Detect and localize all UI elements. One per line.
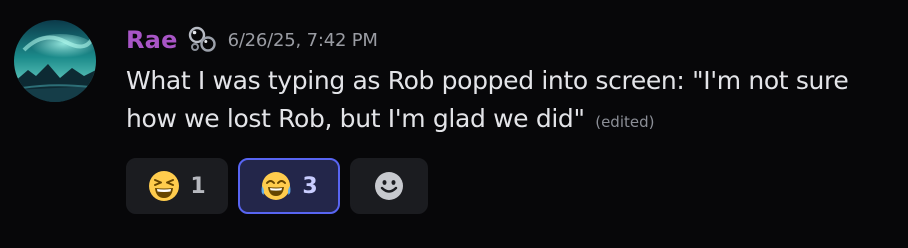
message-timestamp: 6/26/25, 7:42 PM xyxy=(227,29,378,51)
add-reaction-button[interactable] xyxy=(350,158,428,214)
message-header: Rae 6/26/25, 7:42 PM xyxy=(126,22,378,58)
bubbles-icon xyxy=(186,25,218,55)
edited-label: (edited) xyxy=(595,113,655,131)
grinning-squinting-face-icon xyxy=(149,171,180,201)
reaction-grinning-squinting[interactable]: 1 xyxy=(126,158,228,214)
reaction-count: 1 xyxy=(190,173,206,199)
username[interactable]: Rae xyxy=(126,26,178,54)
message-text: What I was typing as Rob popped into scr… xyxy=(126,66,849,133)
message-content: What I was typing as Rob popped into scr… xyxy=(126,62,896,141)
face-with-tears-of-joy-icon xyxy=(261,172,291,200)
chat-message: Rae 6/26/25, 7:42 PM What I was typing a… xyxy=(0,0,908,248)
reaction-count: 3 xyxy=(302,173,318,199)
reactions-bar: 1 3 xyxy=(126,158,428,214)
user-avatar[interactable] xyxy=(14,20,96,102)
smiley-add-reaction-icon xyxy=(375,172,403,200)
reaction-tears-of-joy[interactable]: 3 xyxy=(238,158,340,214)
aurora-landscape-avatar xyxy=(14,20,96,102)
